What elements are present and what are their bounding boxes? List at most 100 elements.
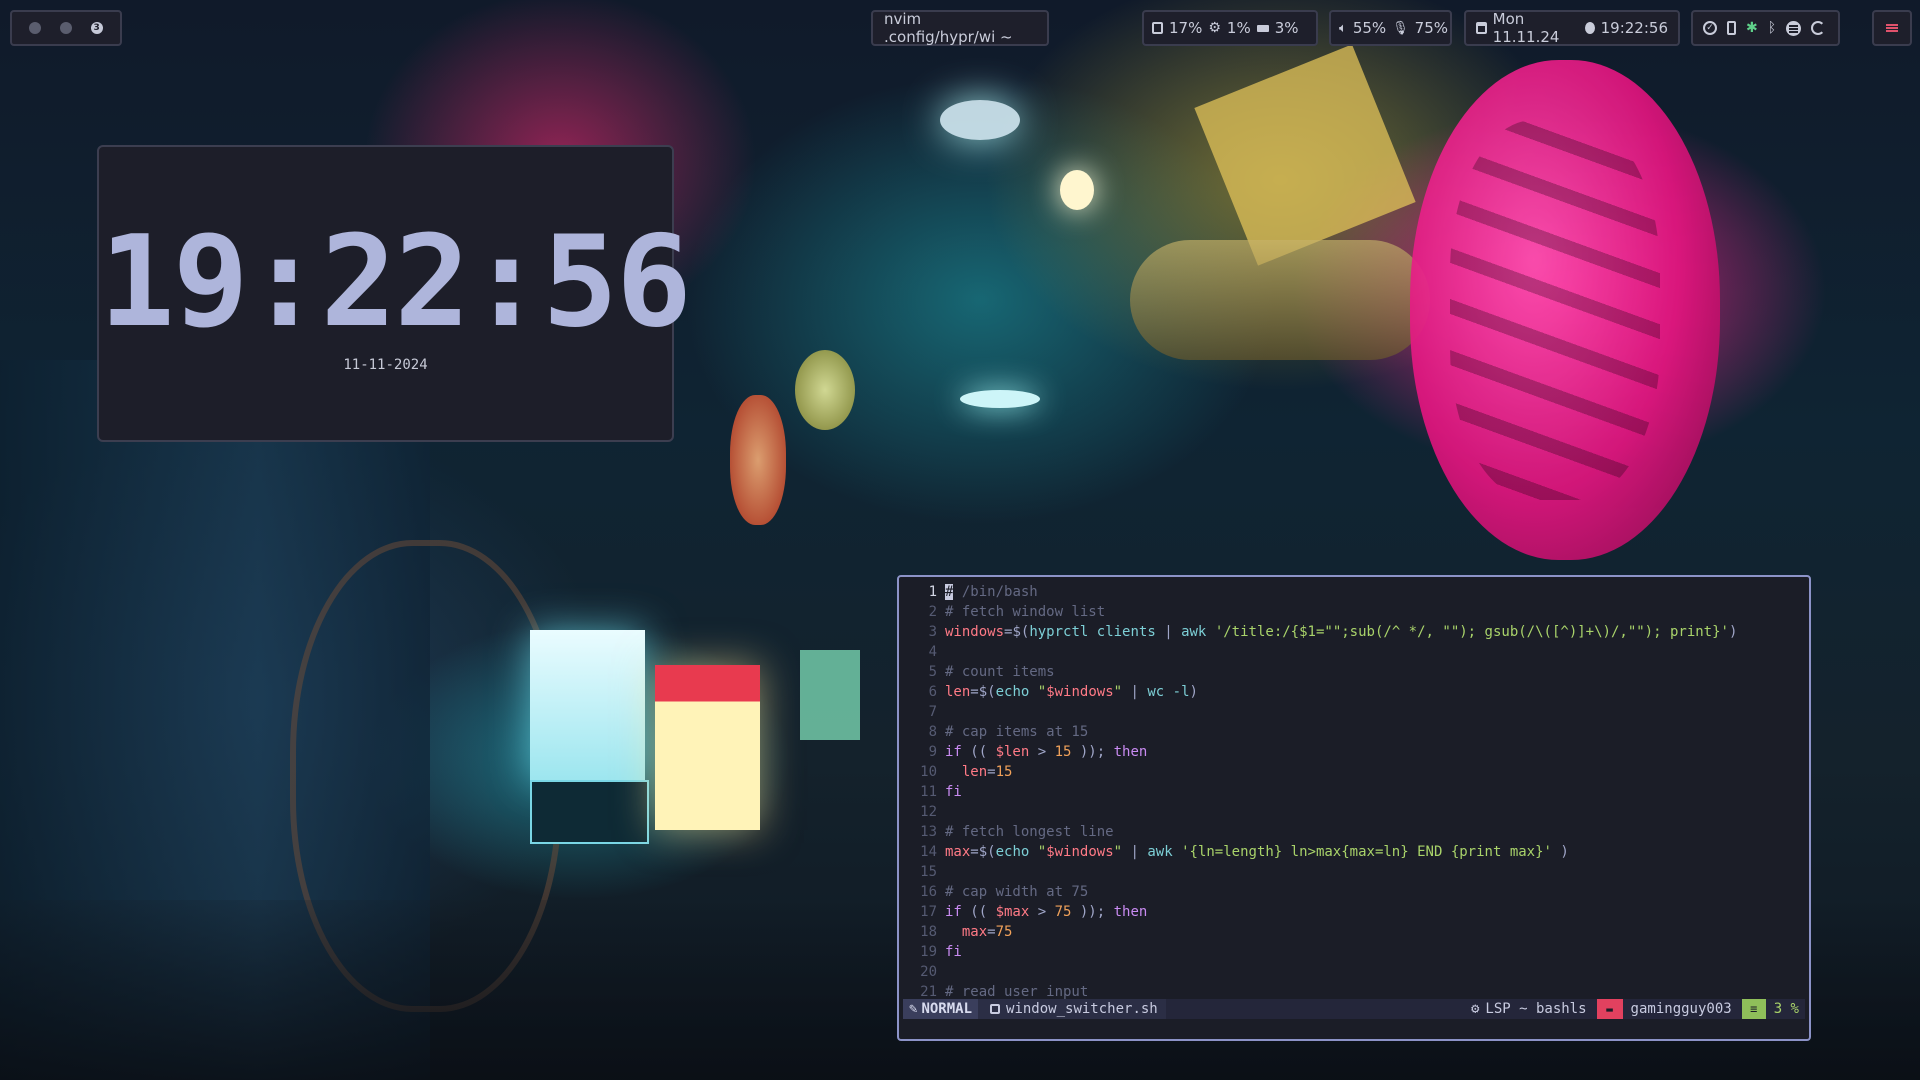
gears-icon: ⚙ xyxy=(1470,1001,1480,1017)
power-menu-button[interactable] xyxy=(1872,10,1912,46)
workspace-button-2[interactable] xyxy=(59,22,72,34)
code-line[interactable]: 14 max=$(echo "$windows" | awk '{ln=lengt… xyxy=(899,842,1809,862)
spotify-icon[interactable] xyxy=(1786,20,1802,36)
line-number: 15 xyxy=(920,864,937,880)
nvim-window[interactable]: 1 # /bin/bash 2 # fetch window list 3 windows… xyxy=(897,575,1811,1041)
code-line[interactable]: 2 # fetch window list xyxy=(899,602,1809,622)
volume-icon: 🔈︎ xyxy=(1339,20,1347,36)
clock-widget: 19:22:56 11-11-2024 xyxy=(97,145,692,442)
code-line[interactable]: 5 # count items xyxy=(899,662,1809,682)
code-line[interactable]: 15 xyxy=(899,862,1809,882)
workspace-button-3[interactable]: 3 xyxy=(90,22,103,34)
code-line[interactable]: 4 xyxy=(899,642,1809,662)
system-stats[interactable]: 17% ⚙ 1% 3% xyxy=(1142,10,1318,46)
wallpaper-light-box-base xyxy=(530,780,649,844)
check-circle-icon[interactable]: ✓ xyxy=(1703,21,1717,35)
line-number: 3 xyxy=(928,624,937,640)
code-line[interactable]: 16 # cap width at 75 xyxy=(899,882,1809,902)
line-number: 8 xyxy=(928,724,937,740)
vim-icon: ✎ xyxy=(909,1001,918,1017)
code-line[interactable]: 20 xyxy=(899,962,1809,982)
folder-icon: ▬ xyxy=(1596,999,1623,1019)
line-text: # /bin/bash xyxy=(945,584,1038,600)
code-buffer[interactable]: 1 # /bin/bash 2 # fetch window list 3 windows… xyxy=(899,582,1809,1002)
line-number: 5 xyxy=(928,664,937,680)
wallpaper-sign xyxy=(1194,44,1416,266)
line-number: 11 xyxy=(920,784,937,800)
slack-icon[interactable]: ✱ xyxy=(1746,20,1758,36)
wallpaper-lamp xyxy=(795,350,855,430)
line-number: 18 xyxy=(920,924,937,940)
line-number: 1 xyxy=(928,584,937,600)
line-number: 2 xyxy=(928,604,937,620)
microphone-icon: 🎙︎ xyxy=(1392,20,1409,36)
line-number: 7 xyxy=(928,704,937,720)
code-line[interactable]: 10 len=15 xyxy=(899,762,1809,782)
wallpaper-pipe xyxy=(1130,240,1430,360)
line-text: max=$(echo "$windows" | awk '{ln=length}… xyxy=(945,844,1569,860)
wallpaper-lamp xyxy=(940,100,1020,140)
date-time[interactable]: Mon 11.11.24 19:22:56 xyxy=(1464,10,1680,46)
line-text: # count items xyxy=(945,664,1055,680)
line-text: fi xyxy=(945,944,962,960)
time-text: 19:22:56 xyxy=(1600,19,1668,37)
disk-value: 3% xyxy=(1274,19,1299,37)
line-number: 17 xyxy=(920,904,937,920)
wallpaper-pink-lantern xyxy=(1410,60,1720,560)
statusline-file: window_switcher.sh xyxy=(978,999,1166,1019)
cpu-value: 17% xyxy=(1169,19,1203,37)
wallpaper-light-box xyxy=(530,630,645,780)
code-line[interactable]: 18 max=75 xyxy=(899,922,1809,942)
phone-icon[interactable] xyxy=(1727,21,1736,35)
mic-value: 75% xyxy=(1414,19,1449,37)
code-line[interactable]: 17 if (( $max > 75 )); then xyxy=(899,902,1809,922)
line-number: 14 xyxy=(920,844,937,860)
line-text: len=$(echo "$windows" | wc -l) xyxy=(945,684,1198,700)
bluetooth-icon[interactable]: ᛒ xyxy=(1768,20,1776,36)
code-line[interactable]: 19 fi xyxy=(899,942,1809,962)
mode-text: NORMAL xyxy=(921,1001,973,1017)
line-text: # fetch longest line xyxy=(945,824,1114,840)
memory-icon: ⚙ xyxy=(1208,20,1221,36)
workspace-button-1[interactable] xyxy=(29,22,42,34)
line-number: 12 xyxy=(920,804,937,820)
wallpaper-lamp xyxy=(1060,170,1094,210)
line-text: len=15 xyxy=(961,764,1013,780)
line-text: if (( $max > 75 )); then xyxy=(945,904,1148,920)
user-name: gamingguy003 xyxy=(1630,1001,1732,1017)
code-line[interactable]: 8 # cap items at 15 xyxy=(899,722,1809,742)
active-window-title[interactable]: nvim .config/hypr/wi ~ xyxy=(871,10,1049,46)
code-line[interactable]: 9 if (( $len > 15 )); then xyxy=(899,742,1809,762)
window-title-text: nvim .config/hypr/wi ~ xyxy=(884,10,1013,46)
code-line[interactable]: 1 # /bin/bash xyxy=(899,582,1809,602)
disk-icon xyxy=(1256,24,1269,32)
line-text: # fetch window list xyxy=(945,604,1106,620)
line-number: 9 xyxy=(928,744,937,760)
line-number: 16 xyxy=(920,884,937,900)
sync-icon[interactable] xyxy=(1811,21,1826,35)
system-tray: ✓ ✱ ᛒ xyxy=(1691,10,1840,46)
code-line[interactable]: 12 xyxy=(899,802,1809,822)
lsp-status: ⚙ LSP ~ bashls xyxy=(1471,1001,1597,1017)
menu-icon xyxy=(1886,23,1898,33)
code-line[interactable]: 6 len=$(echo "$windows" | wc -l) xyxy=(899,682,1809,702)
cpu-icon xyxy=(1152,22,1163,34)
line-text: # cap width at 75 xyxy=(945,884,1089,900)
workspace-switcher: 3 xyxy=(10,10,122,46)
code-line[interactable]: 11 fi xyxy=(899,782,1809,802)
line-number: 13 xyxy=(920,824,937,840)
file-name: window_switcher.sh xyxy=(1006,1001,1158,1017)
code-line[interactable]: 7 xyxy=(899,702,1809,722)
audio-status[interactable]: 🔈︎ 55% 🎙︎ 75% xyxy=(1329,10,1452,46)
mode-indicator: ✎ NORMAL xyxy=(903,999,979,1019)
line-text: if (( $len > 15 )); then xyxy=(945,744,1148,760)
code-line[interactable]: 3 windows=$(hyprctl clients | awk '/title… xyxy=(899,622,1809,642)
clock-date: 11-11-2024 xyxy=(343,357,428,373)
clock-icon xyxy=(1584,22,1595,34)
line-text: max=75 xyxy=(961,924,1013,940)
volume-value: 55% xyxy=(1352,19,1387,37)
memory-value: 1% xyxy=(1226,19,1251,37)
calendar-icon xyxy=(1476,22,1487,34)
line-number: 4 xyxy=(928,644,937,660)
code-line[interactable]: 13 # fetch longest line xyxy=(899,822,1809,842)
